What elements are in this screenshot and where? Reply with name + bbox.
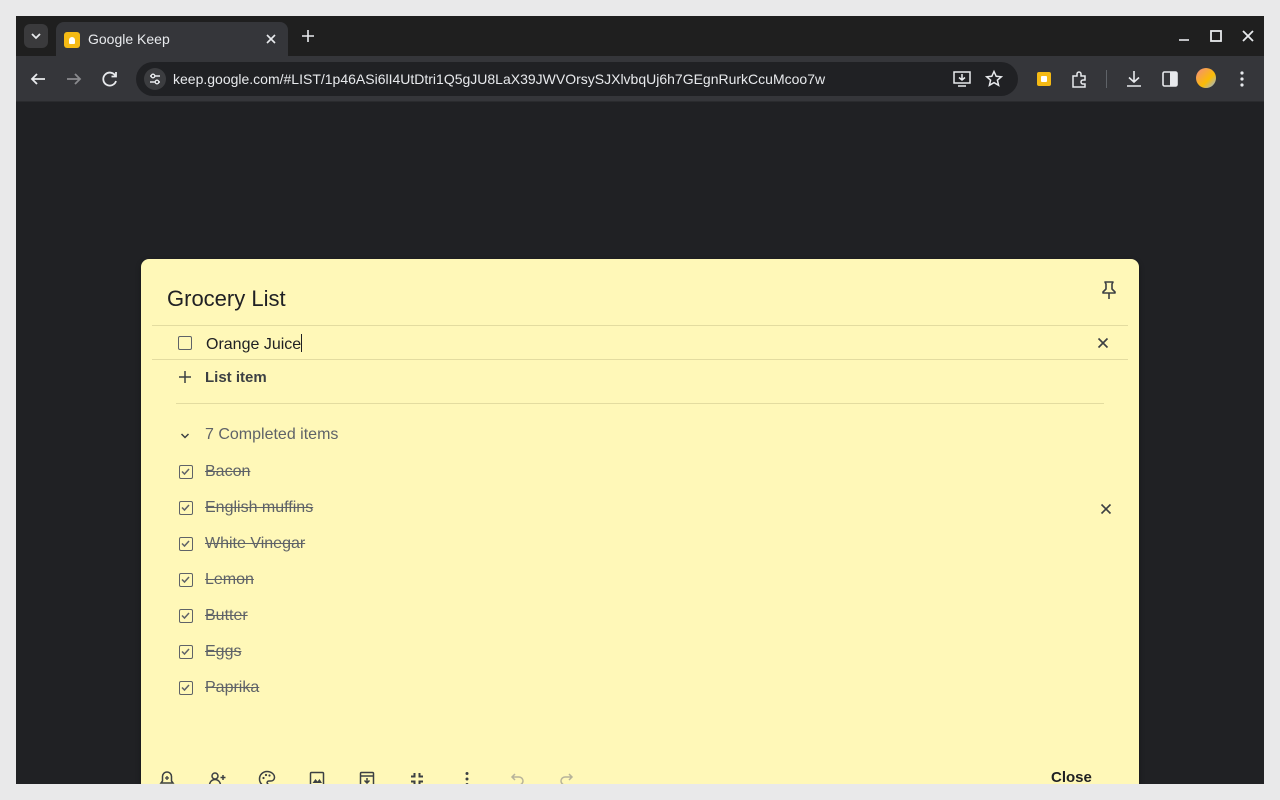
completed-item-text[interactable]: Lemon [205,571,254,589]
toolbar-divider [1106,70,1107,88]
back-arrow-icon[interactable] [26,67,50,91]
completed-item-text[interactable]: Eggs [205,643,241,661]
text-caret [301,334,303,352]
plus-icon [179,371,191,383]
item-text-input[interactable]: Orange Juice [206,334,303,354]
completed-count: 7 Completed items [205,426,339,443]
side-panel-icon[interactable] [1158,67,1182,91]
checked-checkbox[interactable] [179,465,193,479]
redo-icon[interactable] [557,769,577,784]
install-app-icon[interactable] [952,69,972,89]
site-info-icon[interactable] [144,68,166,90]
browser-menu-icon[interactable] [1230,67,1254,91]
browser-toolbar: keep.google.com/#LIST/1p46ASi6lI4UtDtri1… [16,56,1264,102]
extension-keep-icon[interactable] [1032,67,1056,91]
note-title[interactable]: Grocery List [167,286,286,312]
completed-item-text[interactable]: Paprika [205,679,259,697]
close-icon[interactable] [262,30,280,48]
page-content: Grocery List Orange Juice List item 7 Co… [16,103,1264,784]
delete-item-icon[interactable] [1095,335,1111,351]
completed-item-text[interactable]: Bacon [205,463,250,481]
address-bar[interactable]: keep.google.com/#LIST/1p46ASi6lI4UtDtri1… [136,62,1018,96]
extensions-puzzle-icon[interactable] [1068,67,1092,91]
add-item-label: List item [205,369,267,386]
completed-item-text[interactable]: White Vinegar [205,535,305,553]
reminder-icon[interactable] [157,769,177,784]
chevron-down-icon [180,433,190,439]
tab-search-button[interactable] [24,24,48,48]
tab-strip: Google Keep [16,16,1264,56]
url-text[interactable]: keep.google.com/#LIST/1p46ASi6lI4UtDtri1… [173,71,825,87]
item-text: Orange Juice [206,336,302,353]
palette-icon[interactable] [257,769,277,784]
item-checkbox[interactable] [178,336,192,350]
close-button[interactable]: Close [1051,769,1092,784]
tab-google-keep[interactable]: Google Keep [56,22,288,56]
minimize-icon[interactable] [1174,26,1194,46]
download-icon[interactable] [1122,67,1146,91]
bookmark-star-icon[interactable] [984,69,1004,89]
delete-item-icon[interactable] [1098,501,1114,517]
reload-icon[interactable] [98,67,122,91]
maximize-icon[interactable] [1206,26,1226,46]
checked-checkbox[interactable] [179,573,193,587]
completed-item-text[interactable]: English muffins [205,499,313,517]
keep-favicon-icon [64,32,80,48]
archive-icon[interactable] [357,769,377,784]
collapse-icon[interactable] [407,769,427,784]
undo-icon[interactable] [507,769,527,784]
tab-title: Google Keep [88,31,170,47]
browser-window: Google Keep keep.google.com/#LIST/1p46AS… [16,16,1264,784]
checked-checkbox[interactable] [179,537,193,551]
pin-icon[interactable] [1098,279,1120,301]
new-tab-plus-icon[interactable] [296,24,320,48]
completed-separator [176,403,1104,404]
forward-arrow-icon[interactable] [62,67,86,91]
checked-checkbox[interactable] [179,645,193,659]
completed-item-text[interactable]: Butter [205,607,248,625]
window-close-icon[interactable] [1238,26,1258,46]
collaborator-icon[interactable] [207,769,227,784]
image-icon[interactable] [307,769,327,784]
chevron-down-icon [31,33,41,40]
note-editor: Grocery List Orange Juice List item 7 Co… [141,259,1139,784]
checked-checkbox[interactable] [179,681,193,695]
more-icon[interactable] [457,769,477,784]
profile-avatar[interactable] [1196,68,1216,88]
checked-checkbox[interactable] [179,609,193,623]
checked-checkbox[interactable] [179,501,193,515]
list-item-active[interactable]: Orange Juice [152,325,1128,360]
